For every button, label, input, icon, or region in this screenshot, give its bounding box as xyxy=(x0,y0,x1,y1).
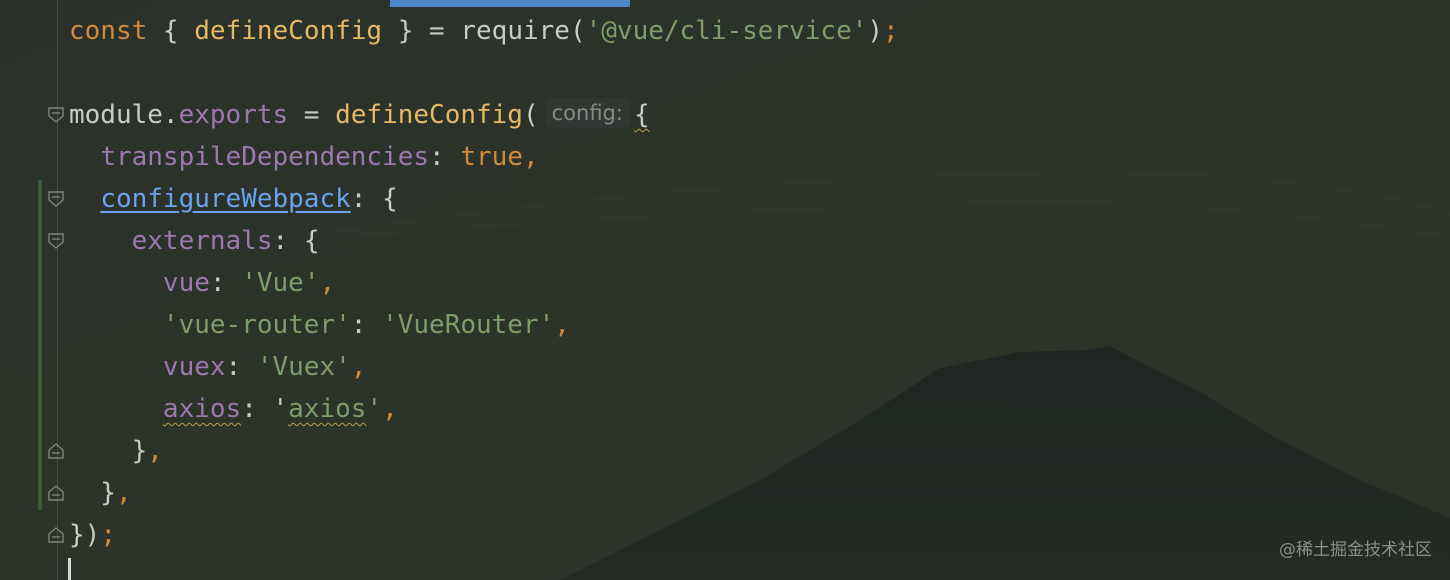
code-token: } xyxy=(69,478,116,508)
code-editor[interactable]: const { defineConfig } = require('@vue/c… xyxy=(0,0,1450,580)
code-token: 'Vuex' xyxy=(256,352,351,382)
code-line[interactable]: }, xyxy=(69,472,132,514)
code-line[interactable]: }, xyxy=(69,430,163,472)
code-token: 'Vue' xyxy=(241,268,320,298)
code-token: { xyxy=(147,16,195,46)
code-token: , xyxy=(319,268,336,298)
code-token: defineConfig xyxy=(335,100,523,130)
watermark: @稀土掘金技术社区 xyxy=(1279,540,1432,560)
code-token: require xyxy=(460,16,570,46)
code-token: ( xyxy=(569,16,586,46)
code-token: }) xyxy=(69,520,101,550)
code-token: module xyxy=(69,100,163,130)
code-line[interactable]: 'vue-router': 'VueRouter', xyxy=(69,304,570,346)
code-token: axios xyxy=(162,394,242,424)
code-link[interactable]: configureWebpack xyxy=(100,184,350,214)
code-token: exports xyxy=(178,100,289,130)
code-token: ) xyxy=(867,16,884,46)
code-token: , xyxy=(350,352,367,382)
code-token: ( xyxy=(522,100,539,130)
code-token: , xyxy=(522,142,539,172)
code-token: , xyxy=(147,436,163,466)
code-token: : { xyxy=(272,226,320,256)
code-line[interactable]: vue: 'Vue', xyxy=(69,262,335,304)
code-line[interactable]: const { defineConfig } = require('@vue/c… xyxy=(69,10,899,52)
code-token: ; xyxy=(883,16,899,46)
code-token: } = xyxy=(382,16,461,46)
code-token: : xyxy=(429,142,461,172)
code-token: true xyxy=(460,142,523,172)
code-line[interactable]: vuex: 'Vuex', xyxy=(69,346,367,388)
code-token: '@vue/cli-service' xyxy=(585,16,868,46)
code-token: , xyxy=(382,394,398,424)
code-token: axios xyxy=(288,394,367,424)
text-cursor xyxy=(68,558,71,580)
code-line[interactable]: axios: 'axios', xyxy=(69,388,398,430)
code-token: { xyxy=(633,100,650,130)
code-token: 'VueRouter' xyxy=(382,310,555,340)
code-token: , xyxy=(554,310,570,340)
code-token: ; xyxy=(100,520,116,550)
code-token: . xyxy=(162,100,179,130)
code-token: const xyxy=(69,16,148,46)
code-token: , xyxy=(115,478,132,508)
code-token: externals xyxy=(131,226,273,256)
code-token: : xyxy=(350,310,383,340)
code-token: = xyxy=(288,100,336,130)
code-token: } xyxy=(69,436,148,466)
code-token: : xyxy=(209,268,242,298)
code-token: : { xyxy=(350,184,398,214)
code-token: : xyxy=(241,394,273,424)
code-line[interactable]: transpileDependencies: true, xyxy=(69,136,539,178)
code-line[interactable]: externals: { xyxy=(69,220,320,262)
code-token: : xyxy=(225,352,257,382)
code-line[interactable]: module.exports = defineConfig(config:{ xyxy=(69,94,650,136)
code-token: 'vue-router' xyxy=(162,310,351,340)
code-token: transpileDependencies xyxy=(100,142,430,172)
code-line[interactable]: }); xyxy=(69,514,116,556)
code-token: ' xyxy=(272,394,289,424)
code-token: vue xyxy=(162,268,210,298)
code-line[interactable]: configureWebpack: { xyxy=(69,178,398,220)
code-token: defineConfig xyxy=(194,16,383,46)
parameter-hint: config: xyxy=(544,98,630,128)
code-token: vuex xyxy=(162,352,226,382)
code-token: ' xyxy=(366,394,383,424)
